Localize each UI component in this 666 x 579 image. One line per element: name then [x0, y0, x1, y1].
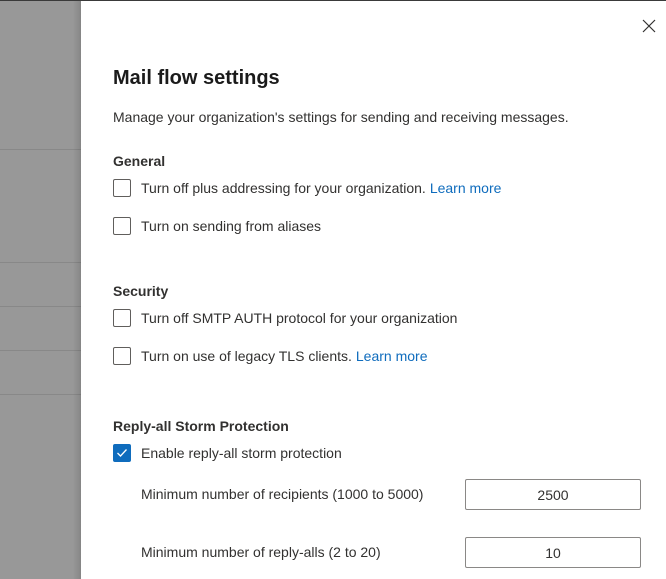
send-from-aliases-label: Turn on sending from aliases	[141, 218, 322, 234]
learn-more-link-legacy-tls[interactable]: Learn more	[356, 348, 428, 364]
option-reply-all-protection: Enable reply-all storm protection	[113, 443, 342, 463]
reply-all-protection-label: Enable reply-all storm protection	[141, 445, 342, 461]
option-plus-addressing: Turn off plus addressing for your organi…	[113, 178, 501, 198]
close-button[interactable]	[640, 17, 658, 35]
background-row-divider	[0, 394, 81, 395]
plus-addressing-checkbox[interactable]	[113, 179, 131, 197]
learn-more-link-plus-addressing[interactable]: Learn more	[430, 180, 502, 196]
dimmed-background	[0, 1, 81, 579]
background-row-divider	[0, 350, 81, 351]
min-recipients-input[interactable]	[465, 479, 641, 510]
legacy-tls-checkbox[interactable]	[113, 347, 131, 365]
option-smtp-auth: Turn off SMTP AUTH protocol for your org…	[113, 308, 457, 328]
close-icon	[642, 19, 656, 33]
section-heading-security: Security	[113, 283, 169, 299]
reply-all-protection-checkbox[interactable]	[113, 444, 131, 462]
window-top-border	[0, 0, 666, 1]
background-row-divider	[0, 262, 81, 263]
min-reply-alls-input[interactable]	[465, 537, 641, 568]
smtp-auth-checkbox[interactable]	[113, 309, 131, 327]
min-reply-alls-label: Minimum number of reply-alls (2 to 20)	[141, 544, 381, 560]
section-heading-general: General	[113, 153, 166, 169]
send-from-aliases-checkbox[interactable]	[113, 217, 131, 235]
legacy-tls-label: Turn on use of legacy TLS clients.	[141, 348, 352, 364]
section-heading-reply-all: Reply-all Storm Protection	[113, 418, 289, 434]
panel-description: Manage your organization's settings for …	[113, 109, 569, 125]
plus-addressing-label: Turn off plus addressing for your organi…	[141, 180, 426, 196]
checkmark-icon	[117, 449, 127, 457]
background-row-divider	[0, 149, 81, 150]
min-recipients-label: Minimum number of recipients (1000 to 50…	[141, 486, 424, 502]
background-row-divider	[0, 306, 81, 307]
option-send-from-aliases: Turn on sending from aliases	[113, 216, 321, 236]
option-legacy-tls: Turn on use of legacy TLS clients. Learn…	[113, 346, 427, 366]
panel-title: Mail flow settings	[113, 67, 280, 89]
panel-shadow	[73, 1, 81, 579]
mail-flow-settings-panel: Mail flow settings Manage your organizat…	[81, 1, 666, 579]
smtp-auth-label: Turn off SMTP AUTH protocol for your org…	[141, 310, 458, 326]
